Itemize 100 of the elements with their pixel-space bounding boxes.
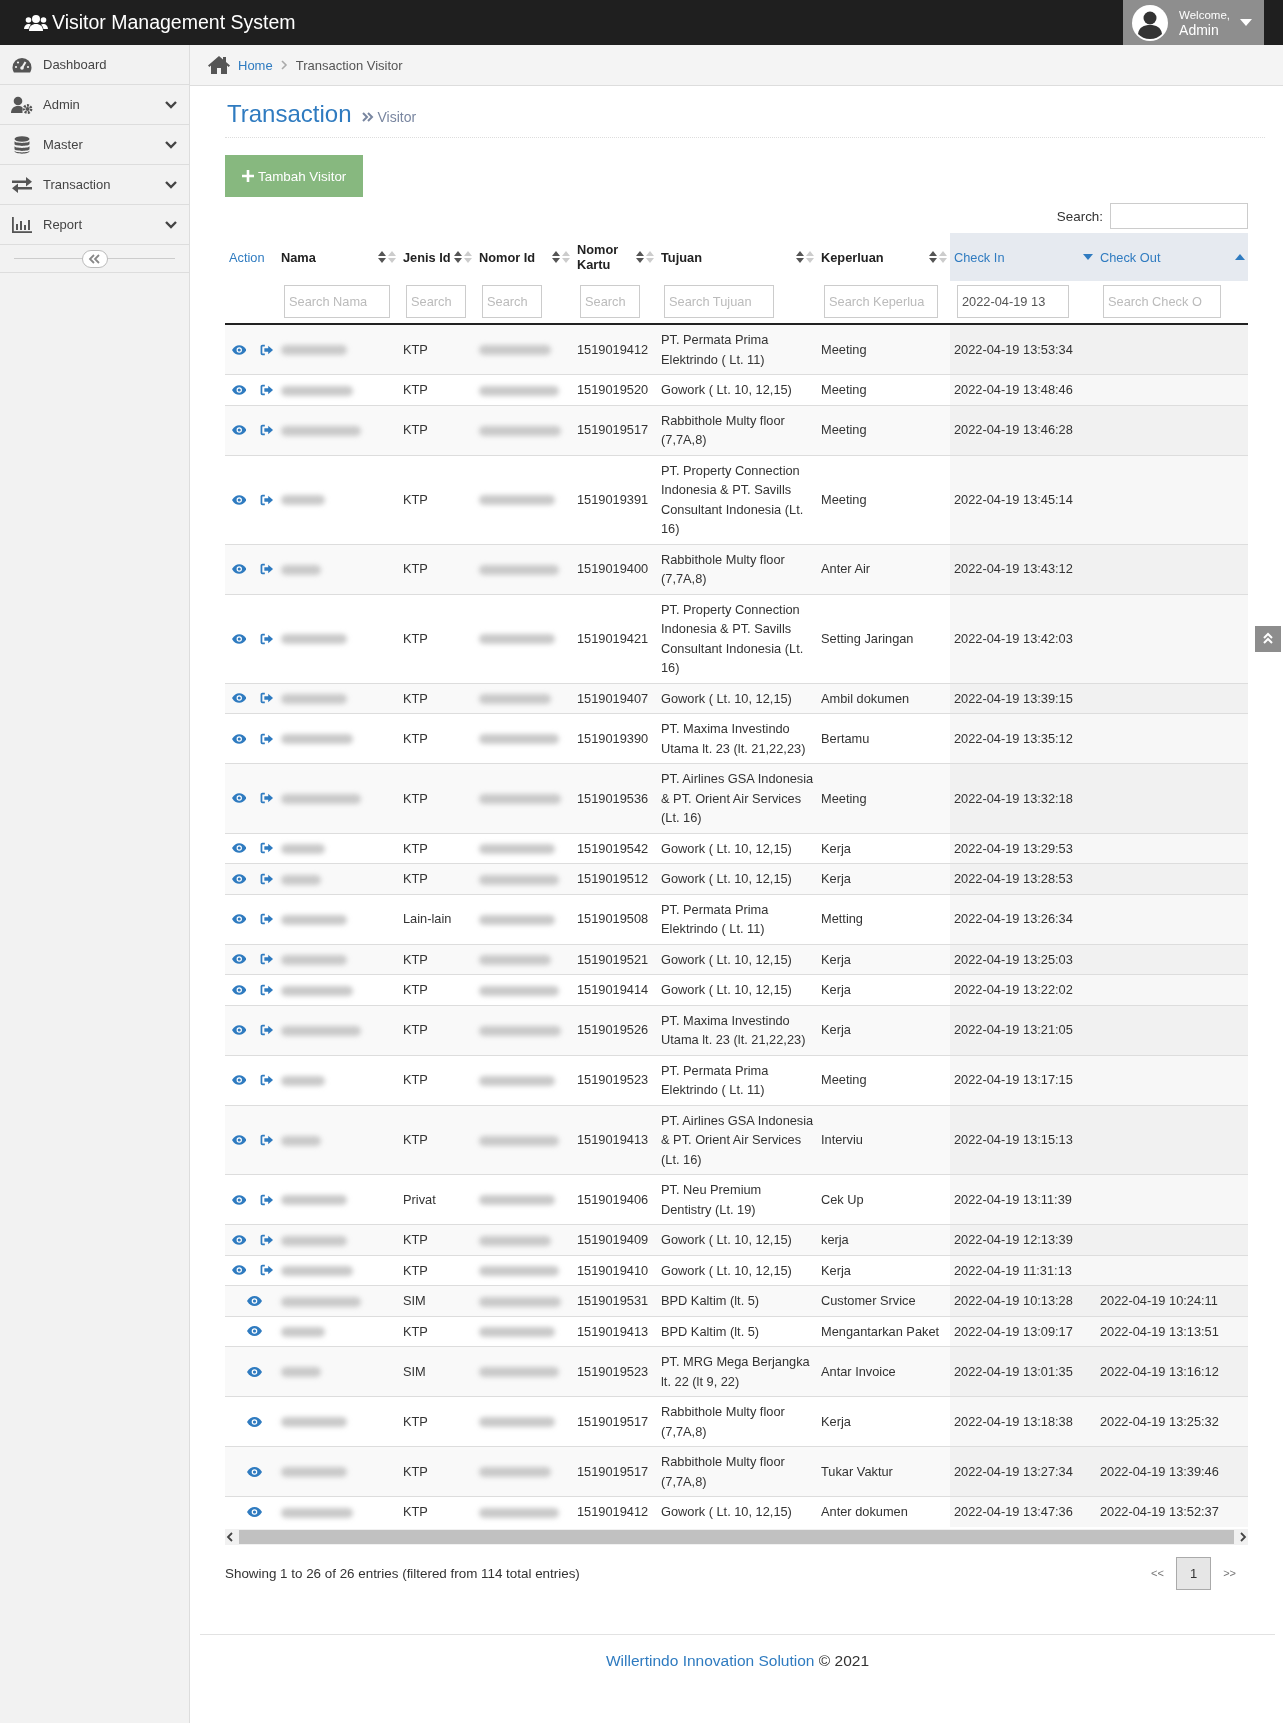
filter-field[interactable]: Search Keperlua <box>824 285 938 318</box>
table-cell: Gowork ( Lt. 10, 12,15) <box>657 683 817 714</box>
sort-icon[interactable] <box>796 250 814 264</box>
sign-out-icon[interactable] <box>260 1074 274 1086</box>
eye-icon[interactable] <box>247 1506 262 1517</box>
sort-ascending-icon[interactable] <box>1235 254 1245 260</box>
page-link[interactable]: 1 <box>1175 1556 1212 1590</box>
sign-out-icon[interactable] <box>260 563 274 575</box>
column-header[interactable]: Check Out <box>1100 249 1161 265</box>
table-cell: 2022-04-19 13:35:12 <box>950 713 1096 764</box>
sort-icon[interactable] <box>378 250 396 264</box>
eye-icon[interactable] <box>232 1265 247 1276</box>
filter-field[interactable]: Search Check O <box>1103 285 1221 318</box>
eye-icon[interactable] <box>232 843 247 854</box>
column-header[interactable]: Keperluan <box>821 249 884 265</box>
sidebar-item[interactable]: Transaction <box>0 165 189 205</box>
next-page-link[interactable]: >> <box>1211 1561 1248 1585</box>
users-icon <box>24 13 48 32</box>
eye-icon[interactable] <box>232 793 247 804</box>
company-link[interactable]: Willertindo Innovation Solution <box>605 1651 815 1669</box>
sign-out-icon[interactable] <box>260 692 274 705</box>
filter-field[interactable]: Search Tujuan <box>664 285 774 318</box>
filter-field[interactable]: Search <box>406 285 466 318</box>
eye-icon[interactable] <box>232 984 247 995</box>
eye-icon[interactable] <box>232 1194 247 1205</box>
eye-icon[interactable] <box>232 914 247 924</box>
sidebar-item[interactable]: Admin <box>0 85 189 125</box>
table-cell: Meeting <box>817 324 950 375</box>
eye-icon[interactable] <box>232 1234 247 1245</box>
sign-out-icon[interactable] <box>260 913 274 925</box>
table-cell: Kerja <box>817 863 950 894</box>
table-cell: 2022-04-19 10:13:28 <box>950 1285 1096 1316</box>
table-cell: Kerja <box>817 1005 950 1055</box>
eye-icon[interactable] <box>232 344 247 355</box>
sort-icon[interactable] <box>929 250 947 264</box>
sign-out-icon[interactable] <box>260 732 274 745</box>
double-chevron-icon <box>361 112 374 122</box>
eye-icon[interactable] <box>247 1295 262 1306</box>
table-cell: 1519019412 <box>573 1496 657 1527</box>
sign-out-icon[interactable] <box>260 953 274 966</box>
eye-icon[interactable] <box>232 873 247 884</box>
column-header[interactable]: Jenis Id <box>403 249 451 265</box>
scroll-left-icon[interactable] <box>225 1531 235 1542</box>
filter-field[interactable]: Search <box>482 285 542 318</box>
search-field[interactable] <box>1110 203 1248 229</box>
sort-icon[interactable] <box>552 250 570 264</box>
column-header[interactable]: Nomor Kartu <box>577 242 631 272</box>
sort-icon[interactable] <box>454 250 472 264</box>
sort-descending-icon[interactable] <box>1083 254 1093 260</box>
eye-icon[interactable] <box>232 1134 247 1145</box>
sign-out-icon[interactable] <box>260 1024 274 1036</box>
eye-icon[interactable] <box>247 1326 262 1337</box>
scroll-right-icon[interactable] <box>1238 1531 1248 1542</box>
sign-out-icon[interactable] <box>260 792 274 805</box>
eye-icon[interactable] <box>247 1416 262 1427</box>
table-cell: 1519019517 <box>573 1446 657 1497</box>
eye-icon[interactable] <box>232 954 247 965</box>
page-title: Transaction <box>227 100 352 128</box>
sign-out-icon[interactable] <box>260 983 274 996</box>
column-header[interactable]: Tujuan <box>661 249 702 265</box>
sign-out-icon[interactable] <box>260 424 274 436</box>
sign-out-icon[interactable] <box>260 872 274 885</box>
sidebar-item[interactable]: Dashboard <box>0 45 189 85</box>
sign-out-icon[interactable] <box>260 1264 274 1277</box>
sort-icon[interactable] <box>636 250 654 264</box>
sign-out-icon[interactable] <box>260 383 274 396</box>
sign-out-icon[interactable] <box>260 842 274 855</box>
collapse-icon[interactable] <box>81 249 108 268</box>
eye-icon[interactable] <box>232 1075 247 1085</box>
filter-field[interactable]: Search Nama <box>284 285 390 318</box>
scroll-to-top-icon[interactable] <box>1255 626 1281 652</box>
previous-page-link[interactable]: << <box>1139 1561 1176 1585</box>
eye-icon[interactable] <box>232 384 247 395</box>
eye-icon[interactable] <box>232 1025 247 1035</box>
sidebar-item[interactable]: Master <box>0 125 189 165</box>
filter-field[interactable]: Search <box>580 285 640 318</box>
table-cell: PT. Airlines GSA Indonesia & PT. Orient Air Services (Lt. 16) <box>657 763 817 833</box>
eye-icon[interactable] <box>232 564 247 574</box>
eye-icon[interactable] <box>232 633 247 644</box>
sign-out-icon[interactable] <box>260 493 274 506</box>
sidebar-item[interactable]: Report <box>0 205 189 245</box>
column-header[interactable]: Check In <box>954 249 1005 265</box>
column-header[interactable]: Nama <box>281 249 316 265</box>
eye-icon[interactable] <box>232 733 247 744</box>
breadcrumb-link[interactable]: Home <box>238 57 273 73</box>
eye-icon[interactable] <box>232 425 247 435</box>
table-cell: 1519019400 <box>573 544 657 594</box>
eye-icon[interactable] <box>232 693 247 704</box>
sign-out-icon[interactable] <box>260 1233 274 1246</box>
eye-icon[interactable] <box>247 1366 262 1377</box>
sign-out-icon[interactable] <box>260 1133 274 1146</box>
eye-icon[interactable] <box>232 494 247 505</box>
sign-out-icon[interactable] <box>260 1193 274 1206</box>
horizontal-scrollbar[interactable] <box>225 1528 1248 1545</box>
sign-out-icon[interactable] <box>260 632 274 645</box>
filter-field[interactable]: 2022-04-19 13 <box>957 285 1069 318</box>
sign-out-icon[interactable] <box>260 343 274 356</box>
table-cell: KTP <box>399 683 475 714</box>
column-header[interactable]: Nomor Id <box>479 249 536 265</box>
eye-icon[interactable] <box>247 1466 262 1477</box>
